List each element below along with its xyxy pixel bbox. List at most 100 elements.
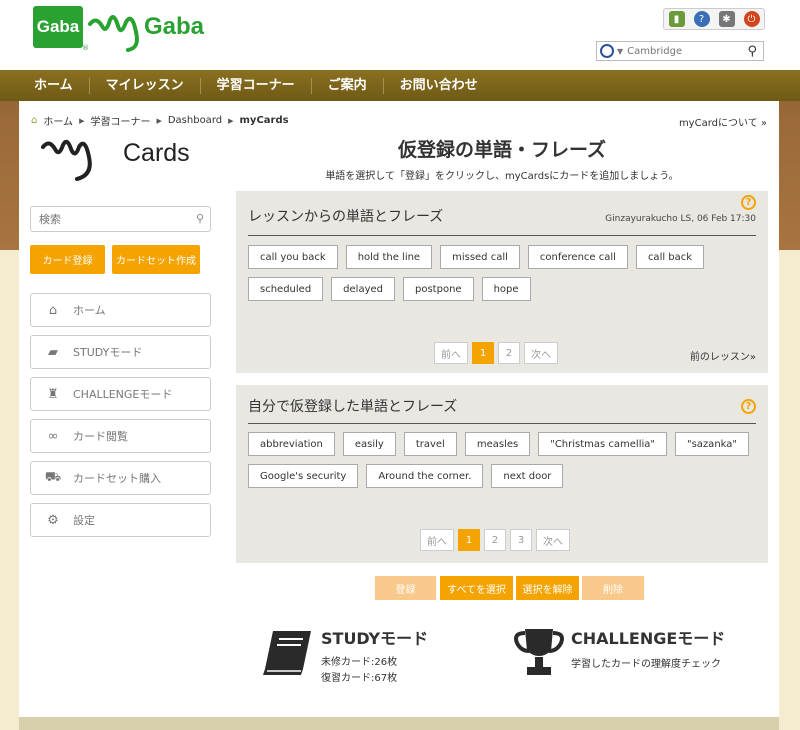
prev-page-button[interactable]: 前へ bbox=[420, 529, 454, 551]
next-page-button[interactable]: 次へ bbox=[536, 529, 570, 551]
page-button[interactable]: 2 bbox=[498, 342, 520, 364]
binoculars-icon: ∞ bbox=[47, 428, 59, 444]
dictionary-search: ▼ ⚲ bbox=[596, 41, 764, 61]
select-all-button[interactable]: すべてを選択 bbox=[440, 576, 513, 600]
logout-icon[interactable]: ⏻ bbox=[743, 11, 760, 27]
breadcrumb-home[interactable]: ホーム bbox=[43, 113, 73, 128]
help-icon[interactable]: ? bbox=[741, 195, 756, 210]
page-button[interactable]: 1 bbox=[458, 529, 480, 551]
sidebar-item-label: カード閲覧 bbox=[73, 430, 128, 443]
main-nav: ホーム マイレッスン 学習コーナー ご案内 お問い合わせ bbox=[0, 70, 800, 101]
svg-text:Cards: Cards bbox=[123, 139, 190, 167]
mycards-logo: Cards bbox=[41, 139, 190, 181]
sidebar-item-purchase[interactable]: ⛟ カードセット購入 bbox=[30, 461, 211, 495]
register-button[interactable]: 登録 bbox=[375, 576, 436, 600]
nav-contact[interactable]: お問い合わせ bbox=[384, 78, 494, 94]
sidebar-item-challenge[interactable]: ♜ CHALLENGEモード bbox=[30, 377, 211, 411]
breadcrumb: ⌂ ホーム ▶ 学習コーナー ▶ Dashboard ▶ myCards bbox=[31, 113, 289, 128]
word-chip[interactable]: missed call bbox=[440, 245, 520, 269]
sidebar-item-label: STUDYモード bbox=[73, 346, 143, 359]
prev-page-button[interactable]: 前へ bbox=[434, 342, 468, 364]
help-icon[interactable]: ? bbox=[741, 399, 756, 414]
word-chip[interactable]: hope bbox=[481, 277, 531, 301]
word-chip[interactable]: next door bbox=[491, 464, 564, 488]
sidebar-item-label: 設定 bbox=[73, 514, 95, 527]
sidebar-item-home[interactable]: ⌂ ホーム bbox=[30, 293, 211, 327]
create-card-set-button[interactable]: カードセット作成 bbox=[112, 245, 200, 274]
my-gaba-logo[interactable]: Gaba bbox=[88, 6, 238, 56]
breadcrumb-dashboard[interactable]: Dashboard bbox=[168, 115, 222, 126]
previous-lesson-link[interactable]: 前のレッスン» bbox=[690, 348, 756, 363]
word-chip[interactable]: easily bbox=[342, 432, 396, 456]
word-chip[interactable]: conference call bbox=[527, 245, 628, 269]
word-chip[interactable]: abbreviation bbox=[248, 432, 335, 456]
sidebar-item-browse[interactable]: ∞ カード閲覧 bbox=[30, 419, 211, 453]
deselect-button[interactable]: 選択を解除 bbox=[516, 576, 579, 600]
nav-guide[interactable]: ご案内 bbox=[312, 77, 384, 94]
gaba-logo[interactable]: Gaba bbox=[33, 6, 83, 48]
nav-my-lessons[interactable]: マイレッスン bbox=[90, 77, 201, 94]
breadcrumb-current: myCards bbox=[239, 115, 289, 126]
lesson-pagination: 前へ 1 2 次へ bbox=[434, 342, 558, 364]
next-page-button[interactable]: 次へ bbox=[524, 342, 558, 364]
challenge-mode-title: CHALLENGEモード bbox=[571, 629, 726, 648]
word-chip[interactable]: postpone bbox=[403, 277, 474, 301]
word-chip[interactable]: "sazanka" bbox=[675, 432, 749, 456]
card-search-input[interactable] bbox=[39, 213, 179, 226]
site-header: Gaba ® Gaba ▮ ? ✱ ⏻ ▼ ⚲ bbox=[0, 0, 800, 70]
trash-icon[interactable]: ▮ bbox=[668, 11, 685, 27]
page-title: 仮登録の単語・フレーズ bbox=[397, 139, 607, 161]
sidebar-item-study[interactable]: ▰ STUDYモード bbox=[30, 335, 211, 369]
dictionary-search-input[interactable] bbox=[627, 45, 738, 57]
word-chip[interactable]: delayed bbox=[331, 277, 395, 301]
word-chip[interactable]: hold the line bbox=[345, 245, 433, 269]
review-count: 復習カード:67枚 bbox=[321, 673, 398, 684]
delete-button[interactable]: 削除 bbox=[582, 576, 644, 600]
chevron-down-icon[interactable]: ▼ bbox=[617, 47, 623, 56]
lesson-info: Ginzayurakucho LS, 06 Feb 17:30 bbox=[605, 214, 756, 224]
page-button[interactable]: 2 bbox=[484, 529, 506, 551]
self-pagination: 前へ 1 2 3 次へ bbox=[420, 529, 570, 551]
lesson-word-chips: call you back hold the line missed call … bbox=[248, 245, 756, 301]
home-icon: ⌂ bbox=[48, 302, 58, 318]
utility-icons: ▮ ? ✱ ⏻ bbox=[663, 8, 765, 30]
word-chip[interactable]: scheduled bbox=[248, 277, 324, 301]
word-chip[interactable]: call you back bbox=[248, 245, 338, 269]
page-subtitle: 単語を選択して「登録」をクリックし、myCardsにカードを追加しましょう。 bbox=[325, 171, 679, 182]
sidebar-item-label: ホーム bbox=[73, 304, 106, 317]
word-chip[interactable]: "Christmas camellia" bbox=[538, 432, 667, 456]
divider bbox=[248, 235, 756, 236]
gear-icon[interactable]: ✱ bbox=[718, 11, 735, 27]
book-icon: ▰ bbox=[48, 344, 58, 360]
word-chip[interactable]: travel bbox=[403, 432, 457, 456]
breadcrumb-learning[interactable]: 学習コーナー bbox=[90, 113, 150, 128]
card-register-button[interactable]: カード登録 bbox=[30, 245, 105, 274]
word-chip[interactable]: Around the corner. bbox=[366, 464, 484, 488]
unlearned-count: 未修カード:26枚 bbox=[321, 657, 398, 668]
word-chip[interactable]: Google's security bbox=[248, 464, 359, 488]
sidebar-item-label: カードセット購入 bbox=[73, 472, 161, 485]
divider bbox=[248, 423, 756, 424]
page-button[interactable]: 3 bbox=[510, 529, 532, 551]
word-chip[interactable]: measles bbox=[464, 432, 531, 456]
card-search: ⚲ bbox=[30, 206, 211, 232]
search-icon[interactable]: ⚲ bbox=[196, 212, 204, 225]
trophy-icon: ♜ bbox=[47, 386, 59, 402]
breadcrumb-separator-icon: ▶ bbox=[79, 116, 85, 125]
nav-learning-corner[interactable]: 学習コーナー bbox=[201, 77, 312, 94]
about-mycard-link[interactable]: myCardについて » bbox=[679, 114, 767, 129]
nav-home[interactable]: ホーム bbox=[18, 77, 90, 94]
trophy-icon bbox=[514, 629, 564, 675]
cambridge-icon[interactable] bbox=[600, 44, 614, 58]
lesson-words-title: レッスンからの単語とフレーズ bbox=[248, 209, 444, 225]
word-chip[interactable]: call back bbox=[635, 245, 705, 269]
search-icon[interactable]: ⚲ bbox=[747, 44, 757, 59]
self-words-panel: ? 自分で仮登録した単語とフレーズ abbreviation easily tr… bbox=[236, 385, 768, 563]
sidebar-item-label: CHALLENGEモード bbox=[73, 388, 173, 401]
self-words-title: 自分で仮登録した単語とフレーズ bbox=[248, 399, 458, 415]
help-icon[interactable]: ? bbox=[693, 11, 710, 27]
book-icon bbox=[263, 631, 311, 675]
breadcrumb-separator-icon: ▶ bbox=[228, 116, 234, 125]
sidebar-item-settings[interactable]: ⚙ 設定 bbox=[30, 503, 211, 537]
page-button[interactable]: 1 bbox=[472, 342, 494, 364]
